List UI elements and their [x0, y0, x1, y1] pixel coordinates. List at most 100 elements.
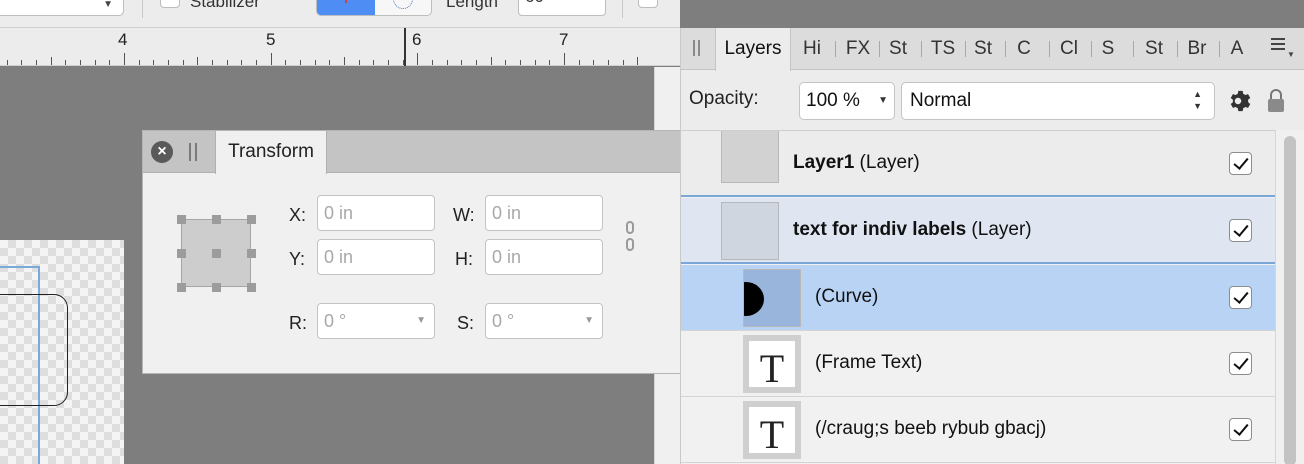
ruler-tick — [388, 60, 389, 65]
link-icon[interactable] — [623, 221, 637, 253]
text-frame-thumbnail: T — [743, 401, 801, 459]
visibility-checkbox[interactable] — [1229, 286, 1252, 309]
tab-separator — [1177, 41, 1178, 57]
tab-transform[interactable]: Transform — [215, 131, 327, 174]
drag-handle-icon[interactable] — [189, 143, 197, 161]
shear-field[interactable]: 0 ° — [485, 303, 603, 339]
tab-color[interactable]: C — [1011, 28, 1037, 70]
layer-row-selected[interactable]: (Curve) — [681, 265, 1275, 331]
scrollbar-thumb[interactable] — [1284, 136, 1296, 464]
tab-separator — [921, 41, 922, 57]
ruler-tick — [579, 60, 580, 65]
transform-panel: × Transform X: 0 in W: 0 in Y: 0 in H: 0… — [142, 130, 768, 374]
ruler-tick — [315, 60, 316, 65]
ruler-tick — [344, 57, 345, 65]
layer-name: (Curve) — [815, 286, 879, 307]
visibility-checkbox[interactable] — [1229, 418, 1252, 441]
ruler-tick — [124, 53, 125, 65]
rounded-frame-shape[interactable] — [0, 294, 68, 406]
guide-line — [0, 266, 40, 268]
anchor-top-center[interactable] — [212, 215, 221, 224]
layers-scrollbar[interactable] — [1275, 130, 1304, 464]
rotation-field[interactable]: 0 ° — [317, 303, 435, 339]
ruler-tick — [21, 60, 22, 65]
anchor-middle-left[interactable] — [177, 249, 186, 258]
tab-stock[interactable]: St — [968, 28, 998, 70]
length-input[interactable]: 60 — [518, 0, 606, 16]
ruler-tick — [637, 57, 638, 65]
transform-panel-header[interactable]: × Transform — [143, 131, 767, 174]
visibility-checkbox[interactable] — [1229, 219, 1252, 242]
ruler-ticks — [0, 53, 680, 65]
opacity-value: 100 % — [806, 90, 860, 111]
ruler-tick — [593, 60, 594, 65]
tab-brushes[interactable]: Br — [1181, 28, 1213, 70]
anchor-top-left[interactable] — [177, 215, 186, 224]
ruler-tick — [168, 60, 169, 65]
tab-swatches[interactable]: S — [1095, 28, 1121, 70]
rope-mode-button[interactable] — [317, 0, 375, 15]
layer-row[interactable]: text for indiv labels (Layer) — [681, 198, 1275, 264]
layer-thumbnail — [721, 202, 779, 260]
tab-styles[interactable]: St — [883, 28, 913, 70]
visibility-checkbox[interactable] — [1229, 152, 1252, 175]
app-window: ▼ Stabilizer Length 60 4 5 6 7 × Transfo… — [0, 0, 1304, 464]
layer-row[interactable]: T (Frame Text) — [681, 331, 1275, 397]
ruler-tick — [549, 60, 550, 65]
use-fill-checkbox[interactable] — [638, 0, 658, 8]
ruler-tick — [461, 60, 462, 65]
tab-separator — [1219, 41, 1220, 57]
ruler-tick — [359, 60, 360, 65]
tab-clip[interactable]: Cl — [1055, 28, 1083, 70]
h-field[interactable]: 0 in — [485, 239, 603, 275]
anchor-bottom-right[interactable] — [247, 283, 256, 292]
anchor-point-selector[interactable] — [177, 215, 256, 292]
length-label: Length — [446, 0, 498, 11]
anchor-top-right[interactable] — [247, 215, 256, 224]
tab-effects[interactable]: FX — [841, 28, 875, 70]
window-mode-button[interactable] — [375, 0, 431, 15]
anchor-middle-right[interactable] — [247, 249, 256, 258]
tab-separator — [1005, 41, 1006, 57]
lock-icon[interactable] — [1265, 88, 1287, 114]
layer-row[interactable]: Layer1 (Layer) — [681, 131, 1275, 197]
brush-select[interactable]: ▼ — [0, 0, 124, 16]
anchor-bottom-center[interactable] — [212, 283, 221, 292]
blend-mode-select[interactable]: Normal ▲ ▼ — [901, 82, 1215, 120]
ruler-tick — [476, 60, 477, 65]
layer-row[interactable]: T (/craug;s beeb rybub gbacj) — [681, 397, 1275, 463]
drag-handle-icon[interactable] — [693, 40, 700, 56]
tab-text-styles[interactable]: TS — [927, 28, 959, 70]
horizontal-ruler: 4 5 6 7 — [0, 28, 680, 66]
ruler-label: 5 — [266, 30, 276, 49]
y-field[interactable]: 0 in — [317, 239, 435, 275]
gear-icon[interactable] — [1225, 88, 1251, 114]
opacity-label: Opacity: — [689, 88, 759, 109]
ruler-tick — [36, 60, 37, 65]
h-label: H: — [455, 249, 473, 269]
tab-separator — [879, 41, 880, 57]
visibility-checkbox[interactable] — [1229, 352, 1252, 375]
tab-separator — [965, 41, 966, 57]
stabilizer-label: Stabilizer — [190, 0, 260, 11]
toolbar-divider — [622, 0, 623, 18]
anchor-bottom-left[interactable] — [177, 283, 186, 292]
ruler-tick — [564, 53, 565, 65]
anchor-center[interactable] — [212, 249, 221, 258]
close-icon[interactable]: × — [151, 141, 173, 163]
tab-stroke[interactable]: St — [1139, 28, 1169, 70]
tab-history[interactable]: Hi — [797, 28, 827, 70]
w-field[interactable]: 0 in — [485, 195, 603, 231]
ruler-cursor-marker — [404, 28, 406, 66]
tab-appearance[interactable]: A — [1225, 28, 1249, 70]
x-field[interactable]: 0 in — [317, 195, 435, 231]
stabilizer-mode-toggle[interactable] — [316, 0, 432, 16]
stabilizer-checkbox[interactable] — [160, 0, 180, 8]
opacity-select[interactable]: 100 % ▼ — [799, 82, 895, 120]
panel-menu-icon[interactable]: ▼ — [1271, 38, 1295, 59]
ruler-tick — [95, 60, 96, 65]
tab-layers[interactable]: Layers — [715, 28, 791, 71]
layers-panel: Layers Hi FX St TS St C Cl S St Br A ▼ O… — [680, 28, 1304, 464]
ruler-tick — [183, 60, 184, 65]
ruler-tick — [608, 60, 609, 65]
